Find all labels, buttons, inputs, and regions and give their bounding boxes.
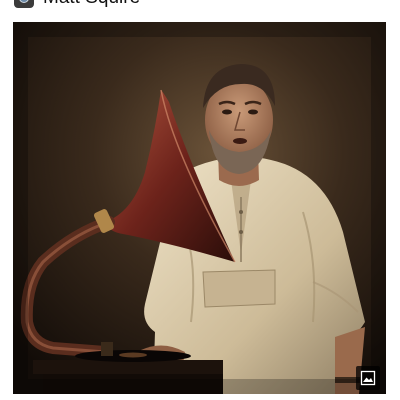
author-name[interactable]: Matt Squire xyxy=(43,0,140,9)
photo-illustration xyxy=(13,22,386,394)
post-card: Matt Squire xyxy=(0,0,400,400)
table xyxy=(33,360,223,374)
post-photo[interactable] xyxy=(13,22,386,394)
camera-icon[interactable] xyxy=(14,0,34,8)
image-icon-glyph xyxy=(360,370,376,386)
image-icon[interactable] xyxy=(356,366,380,390)
post-header: Matt Squire xyxy=(0,0,400,10)
camera-lens xyxy=(19,0,29,3)
